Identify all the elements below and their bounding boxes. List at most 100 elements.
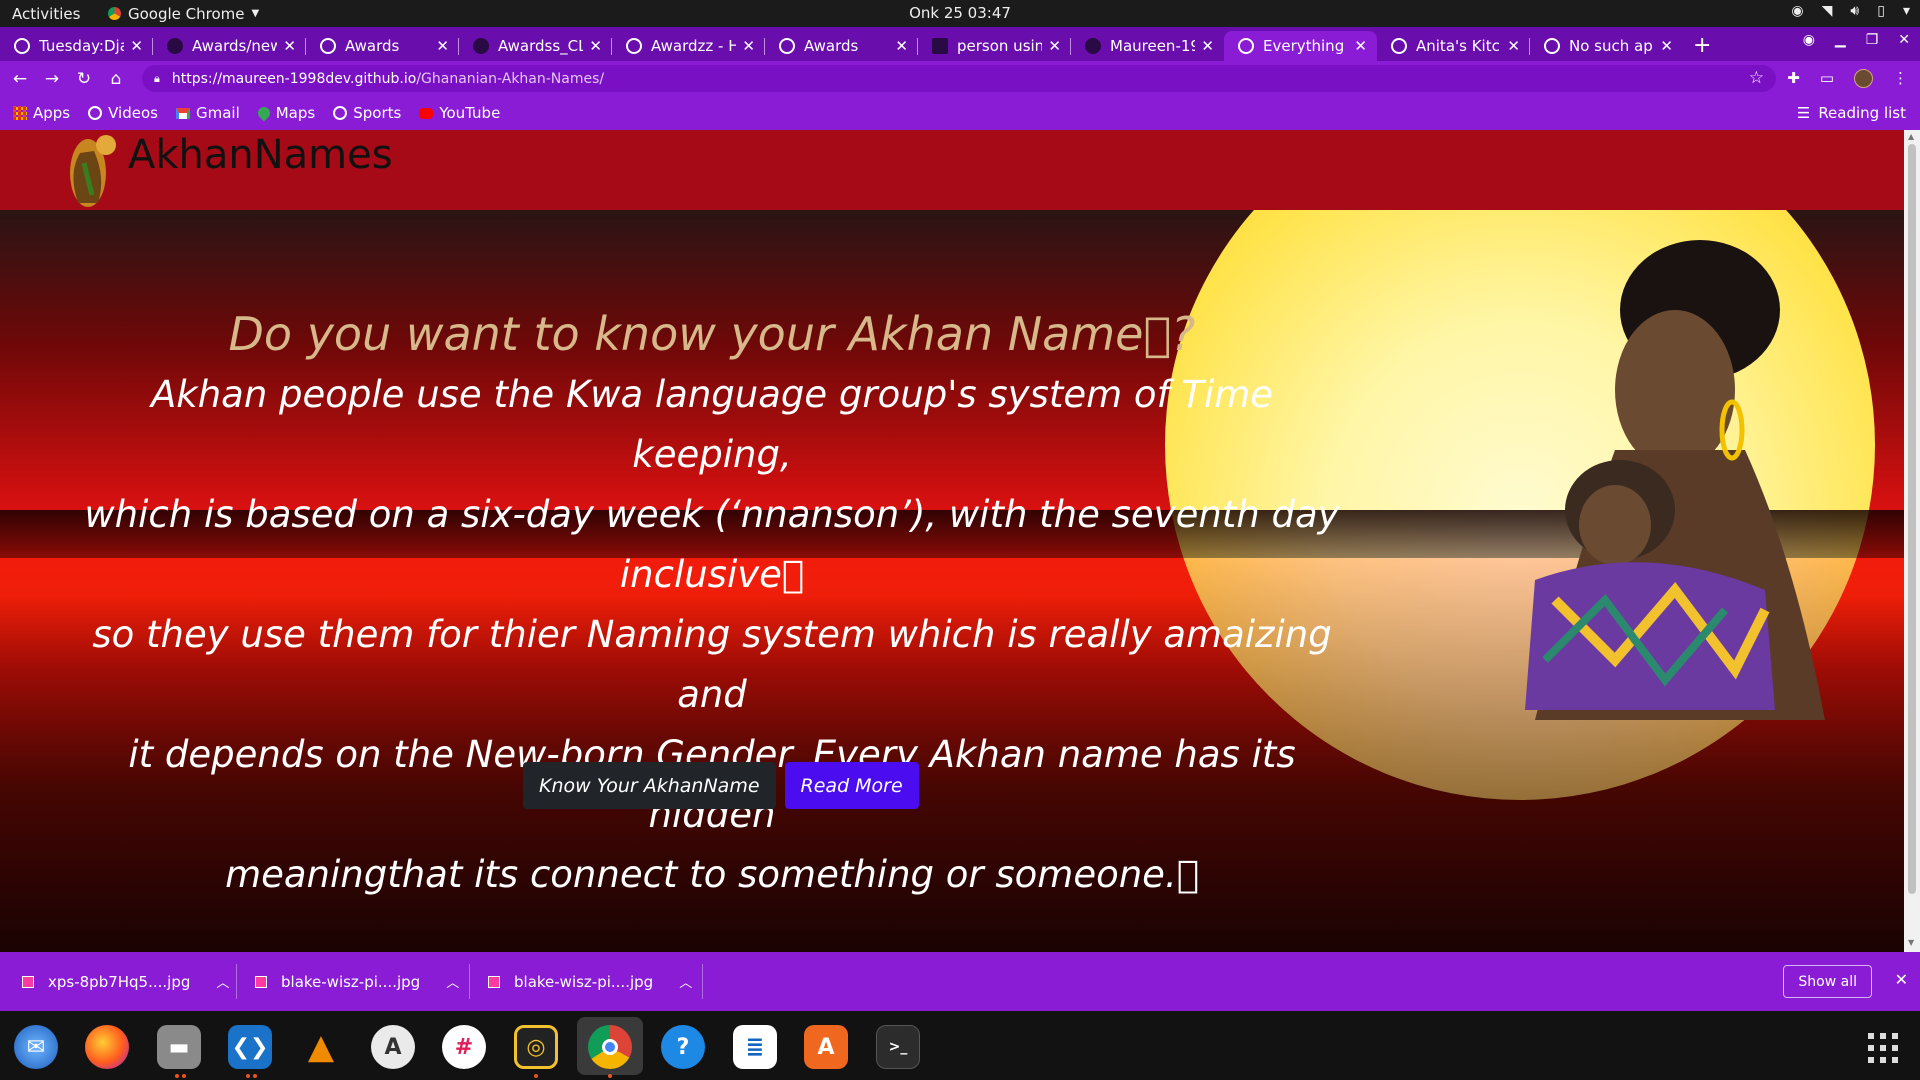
url-host: https://maureen-1998dev.github.io xyxy=(171,70,417,87)
show-applications-icon[interactable] xyxy=(1868,1033,1898,1063)
cast-icon[interactable]: ▭ xyxy=(1820,69,1834,88)
profile-avatar[interactable] xyxy=(1854,69,1873,88)
tab-label: Awardss_CLO xyxy=(498,37,584,55)
software-updater-icon[interactable]: A xyxy=(371,1025,415,1069)
close-icon[interactable]: ✕ xyxy=(742,37,755,55)
system-tray[interactable]: ◉ ◥ 🔊︎ ▯ ▾ xyxy=(1791,3,1910,19)
chevron-up-icon[interactable]: ︿ xyxy=(679,972,692,991)
maps-pin-icon xyxy=(255,104,273,122)
ubuntu-software-icon[interactable]: A xyxy=(804,1025,848,1069)
bookmark-gmail[interactable]: Gmail xyxy=(175,104,240,122)
chevron-up-icon[interactable]: ︿ xyxy=(216,972,229,991)
chevron-up-icon[interactable]: ︿ xyxy=(446,972,459,991)
new-tab-button[interactable]: + xyxy=(1683,33,1721,61)
hero-paragraph-line: meaningthat its connect to something or … xyxy=(225,853,1199,896)
bookmark-sports[interactable]: Sports xyxy=(333,104,401,122)
close-icon[interactable]: ✕ xyxy=(283,37,296,55)
tab-search-icon[interactable]: ◉ xyxy=(1803,32,1815,48)
window-controls: ◉ ▁ ❐ ✕ xyxy=(1803,32,1910,48)
home-icon[interactable]: ⌂ xyxy=(100,69,132,89)
github-icon xyxy=(473,38,489,54)
thunderbird-icon[interactable]: ✉ xyxy=(14,1025,58,1069)
close-icon[interactable]: ✕ xyxy=(1048,37,1061,55)
tab-label: Anita's Kitch xyxy=(1416,37,1502,55)
tab-label: Tuesday:Djar xyxy=(39,37,125,55)
download-item[interactable]: xps-8pb7Hq5....jpg ︿ xyxy=(22,952,229,1011)
tab-5[interactable]: Awards ✕ xyxy=(765,31,918,61)
files-icon[interactable]: ▬ xyxy=(157,1025,201,1069)
tab-4[interactable]: Awardzz - HC ✕ xyxy=(612,31,765,61)
close-icon[interactable]: ✕ xyxy=(1660,37,1673,55)
tab-6[interactable]: person using ✕ xyxy=(918,31,1071,61)
reload-icon[interactable]: ↻ xyxy=(68,69,100,89)
rhythmbox-icon[interactable]: ◎ xyxy=(514,1025,558,1069)
vlc-icon[interactable]: ▲ xyxy=(299,1025,343,1069)
terminal-icon[interactable]: >_ xyxy=(876,1025,920,1069)
extensions-icon[interactable]: ✚ xyxy=(1787,69,1800,88)
reading-list[interactable]: ☰ Reading list xyxy=(1797,104,1906,122)
page-scrollbar[interactable]: ▲ ▼ xyxy=(1904,130,1920,952)
chrome-icon[interactable] xyxy=(588,1025,632,1069)
close-icon[interactable]: ✕ xyxy=(130,37,143,55)
close-icon[interactable]: ✕ xyxy=(1201,37,1214,55)
tab-0[interactable]: Tuesday:Djar ✕ xyxy=(0,31,153,61)
forward-icon[interactable]: → xyxy=(36,69,68,89)
bookmark-apps[interactable]: Apps xyxy=(13,104,70,122)
power-menu-icon: ▾ xyxy=(1902,3,1910,19)
tab-label: Everything yo xyxy=(1263,37,1348,55)
libreoffice-writer-icon[interactable]: ≣ xyxy=(733,1025,777,1069)
close-icon[interactable]: ✕ xyxy=(436,37,449,55)
firefox-icon[interactable] xyxy=(85,1025,129,1069)
tab-2[interactable]: Awards ✕ xyxy=(306,31,459,61)
menu-kebab-icon[interactable]: ⋮ xyxy=(1893,69,1908,88)
close-icon[interactable]: ✕ xyxy=(895,37,908,55)
read-more-button[interactable]: Read More xyxy=(784,762,919,809)
close-icon[interactable]: ✕ xyxy=(1354,37,1367,55)
minimize-icon[interactable]: ▁ xyxy=(1835,32,1846,48)
clock[interactable]: Onk 25 03:47 xyxy=(0,4,1920,22)
address-bar[interactable]: 🔒︎ https://maureen-1998dev.github.io/Gha… xyxy=(142,65,1776,92)
tab-8-active[interactable]: Everything yo ✕ xyxy=(1224,31,1377,61)
wifi-icon: ◥ xyxy=(1821,3,1833,19)
bookmark-star-icon[interactable]: ☆ xyxy=(1749,68,1764,88)
help-icon[interactable]: ? xyxy=(661,1025,705,1069)
web-page: AkhanNames Do you want to know your Akha… xyxy=(0,130,1904,952)
tab-10[interactable]: No such app ✕ xyxy=(1530,31,1683,61)
vscode-icon[interactable]: ❮❯ xyxy=(228,1025,272,1069)
url-path: /Ghananian-Akhan-Names/ xyxy=(416,70,605,87)
close-window-icon[interactable]: ✕ xyxy=(1898,32,1910,48)
scroll-down-icon[interactable]: ▼ xyxy=(1908,938,1914,947)
slack-icon[interactable]: # xyxy=(442,1025,486,1069)
brand-name[interactable]: AkhanNames xyxy=(128,132,393,178)
app-menu[interactable]: Google Chrome ▼ xyxy=(108,5,259,23)
show-all-downloads-button[interactable]: Show all xyxy=(1783,965,1872,998)
bookmark-youtube[interactable]: YouTube xyxy=(419,104,500,122)
download-filename: blake-wisz-pi....jpg xyxy=(514,972,654,991)
activities-button[interactable]: Activities xyxy=(0,5,108,23)
maximize-icon[interactable]: ❐ xyxy=(1866,32,1879,48)
close-icon[interactable]: ✕ xyxy=(589,37,602,55)
scrollbar-thumb[interactable] xyxy=(1908,144,1916,894)
tab-9[interactable]: Anita's Kitch ✕ xyxy=(1377,31,1530,61)
tab-1[interactable]: Awards/new ✕ xyxy=(153,31,306,61)
brand-logo[interactable] xyxy=(58,133,128,213)
scroll-up-icon[interactable]: ▲ xyxy=(1908,132,1914,141)
tab-label: Awardzz - HC xyxy=(651,37,737,55)
back-icon[interactable]: ← xyxy=(4,69,36,89)
tab-3[interactable]: Awardss_CLO ✕ xyxy=(459,31,612,61)
bookmark-maps[interactable]: Maps xyxy=(255,104,315,122)
lock-icon[interactable]: 🔒︎ xyxy=(154,72,160,86)
hero-paragraph-line: which is based on a six-day week (‘nnans… xyxy=(84,493,1340,536)
close-icon[interactable]: ✕ xyxy=(1507,37,1520,55)
running-indicator xyxy=(608,1074,612,1078)
bookmarks-bar: Apps Videos Gmail Maps Sports YouTube ☰ R… xyxy=(0,96,1920,130)
bookmark-videos[interactable]: Videos xyxy=(88,104,158,122)
hero-paragraph-line: Akhan people use the Kwa language group'… xyxy=(150,373,1274,476)
tab-7[interactable]: Maureen-199 ✕ xyxy=(1071,31,1224,61)
download-filename: xps-8pb7Hq5....jpg xyxy=(48,972,191,991)
know-your-akhan-name-button[interactable]: Know Your AkhanName xyxy=(523,762,776,809)
download-item[interactable]: blake-wisz-pi....jpg ︿ xyxy=(488,952,692,1011)
close-icon[interactable]: ✕ xyxy=(1895,970,1908,989)
download-item[interactable]: blake-wisz-pi....jpg ︿ xyxy=(255,952,459,1011)
apps-grid-icon xyxy=(13,106,27,120)
